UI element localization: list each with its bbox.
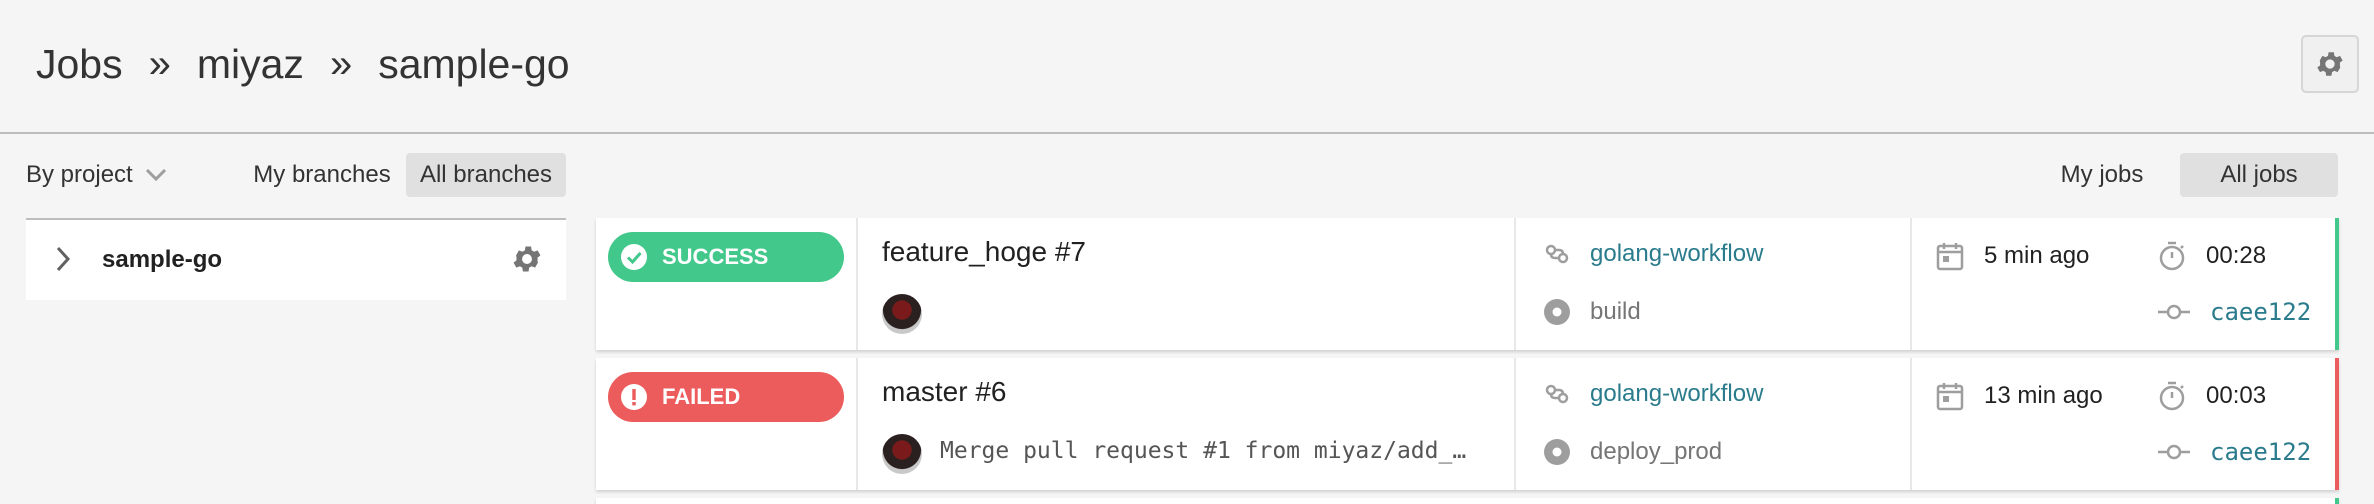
time-ago-text: 5 min ago [1984,242,2090,269]
avatar [882,294,922,334]
status-rail [2335,498,2339,504]
status-cell: FAILED [596,358,858,490]
breadcrumb-separator: » [329,41,353,86]
filter-bar: By project My branches All branches My j… [0,150,2374,200]
all-branches-toggle[interactable]: All branches [406,153,566,197]
job-info-cell: master #6 Merge pull request #1 from miy… [858,358,1516,490]
exclamation-circle-icon [620,383,648,411]
commit-sha: caee122 [2158,294,2311,330]
workflow-row: golang-workflow [1542,236,1763,272]
group-by-dropdown[interactable]: By project [26,150,167,200]
job-name: build [1590,298,1641,325]
time-ago-text: 13 min ago [1984,382,2103,409]
breadcrumb-separator: » [148,41,171,86]
status-badge-success[interactable]: SUCCESS [608,232,844,282]
settings-button[interactable] [2301,35,2359,93]
workflow-cell: golang-workflow build [1516,218,1912,350]
commit-sha-link[interactable]: caee122 [2210,298,2311,326]
status-badge-failed[interactable]: FAILED [608,372,844,422]
page-header: Jobs » miyaz » sample-go [0,0,2374,134]
status-cell: SUCCESS [596,218,858,350]
breadcrumb-project[interactable]: sample-go [378,41,569,88]
sidebar-project-item[interactable]: sample-go [26,218,566,300]
calendar-icon [1936,241,1964,271]
job-name: deploy_prod [1590,438,1723,465]
group-by-label: By project [26,161,133,188]
stopwatch-icon [2158,381,2186,411]
gear-icon [2317,52,2343,76]
breadcrumb: Jobs » miyaz » sample-go [36,36,570,92]
workflow-link[interactable]: golang-workflow [1590,380,1763,408]
timing-cell: 13 min ago 00:03 caee122 [1912,358,2335,490]
breadcrumb-jobs[interactable]: Jobs [36,41,123,88]
timing-cell: 5 min ago 00:28 caee122 [1912,218,2335,350]
status-rail [2335,358,2339,490]
job-info-cell: feature_hoge #7 [858,218,1516,350]
job-title-link[interactable]: feature_hoge #7 [882,236,1086,268]
commit-message: Merge pull request #1 from miyaz/add_… [940,438,1467,464]
breadcrumb-org[interactable]: miyaz [197,41,304,88]
duration-text: 00:03 [2206,382,2267,409]
job-dot-icon [1542,437,1572,467]
duration: 00:28 [2158,238,2266,274]
check-circle-icon [620,243,648,271]
job-title-link[interactable]: master #6 [882,376,1007,408]
commit-icon [2158,302,2190,322]
status-label: SUCCESS [662,244,769,269]
status-label: FAILED [662,384,741,409]
workflow-link[interactable]: golang-workflow [1590,240,1763,268]
my-jobs-toggle[interactable]: My jobs [2050,153,2154,197]
workflow-icon [1542,239,1572,269]
commit-sha-link[interactable]: caee122 [2210,438,2311,466]
sidebar-project-name[interactable]: sample-go [102,220,222,300]
stopwatch-icon [2158,241,2186,271]
workflow-row: golang-workflow [1542,376,1763,412]
job-dot-icon [1542,297,1572,327]
duration: 00:03 [2158,378,2266,414]
avatar [882,434,922,474]
job-row[interactable] [596,498,2339,504]
time-ago: 5 min ago [1936,238,2089,274]
workflow-icon [1542,379,1572,409]
duration-text: 00:28 [2206,242,2267,269]
job-row[interactable]: FAILED master #6 Merge pull request #1 f… [596,358,2339,490]
time-ago: 13 min ago [1936,378,2103,414]
chevron-right-icon[interactable] [54,244,72,279]
gear-icon[interactable] [510,242,544,281]
my-branches-toggle[interactable]: My branches [246,153,398,197]
chevron-down-icon [145,168,167,182]
calendar-icon [1936,381,1964,411]
all-jobs-toggle[interactable]: All jobs [2180,153,2338,197]
job-name-row: build [1542,294,1641,330]
commit-icon [2158,442,2190,462]
workflow-cell: golang-workflow deploy_prod [1516,358,1912,490]
job-row[interactable]: SUCCESS feature_hoge #7 golang-workflow … [596,218,2339,350]
job-name-row: deploy_prod [1542,434,1722,470]
commit-sha: caee122 [2158,434,2311,470]
status-rail [2335,218,2339,350]
